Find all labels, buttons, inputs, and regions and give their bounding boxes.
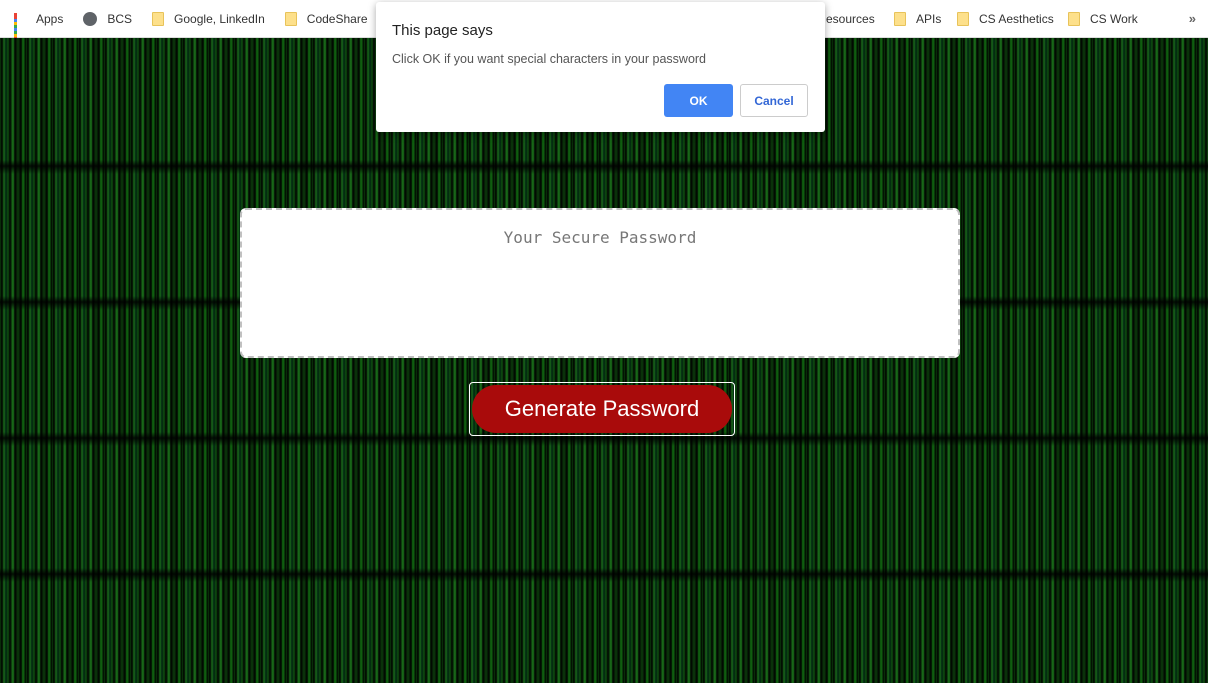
folder-icon (1068, 11, 1080, 26)
folder-icon (894, 11, 906, 26)
bookmark-label: CodeShare (306, 11, 368, 26)
dialog-title: This page says (392, 22, 493, 39)
password-placeholder: Your Secure Password (503, 228, 697, 247)
folder-icon (284, 11, 297, 26)
bookmark-label: BCS (107, 11, 133, 26)
bookmark-label: CS Work (1090, 11, 1138, 26)
folder-icon (957, 11, 969, 26)
more-bookmarks-chevron-icon[interactable]: » (1189, 11, 1196, 26)
bookmark-bcs[interactable]: BCS (77, 5, 138, 33)
bookmark-cs-aesthetics[interactable]: CS Aesthetics (951, 5, 1060, 33)
password-output[interactable]: Your Secure Password (240, 208, 960, 358)
bookmark-apps[interactable]: Apps (8, 5, 69, 40)
bookmark-codeshare[interactable]: CodeShare (279, 5, 374, 33)
ok-button[interactable]: OK (664, 84, 733, 117)
bookmark-label: APIs (916, 11, 942, 26)
bookmark-apis[interactable]: APIs (888, 5, 947, 33)
globe-icon (83, 11, 98, 26)
bookmark-resources[interactable]: esources (820, 5, 881, 33)
cancel-button[interactable]: Cancel (740, 84, 808, 117)
bookmark-label: Apps (36, 11, 64, 26)
dialog-message: Click OK if you want special characters … (392, 52, 707, 66)
bookmark-label: Google, LinkedIn (174, 11, 265, 26)
bookmark-cs-work[interactable]: CS Work (1062, 5, 1144, 33)
folder-icon (152, 11, 165, 26)
bookmark-label: esources (826, 11, 875, 26)
bookmark-label: CS Aesthetics (979, 11, 1054, 26)
generate-password-button[interactable]: Generate Password (472, 385, 732, 433)
bookmark-google-linkedin[interactable]: Google, LinkedIn (146, 5, 271, 33)
generate-button-focus-ring: Generate Password (469, 382, 735, 436)
apps-icon (14, 12, 26, 40)
alert-dialog: This page says Click OK if you want spec… (376, 2, 825, 132)
matrix-background (0, 38, 1208, 683)
